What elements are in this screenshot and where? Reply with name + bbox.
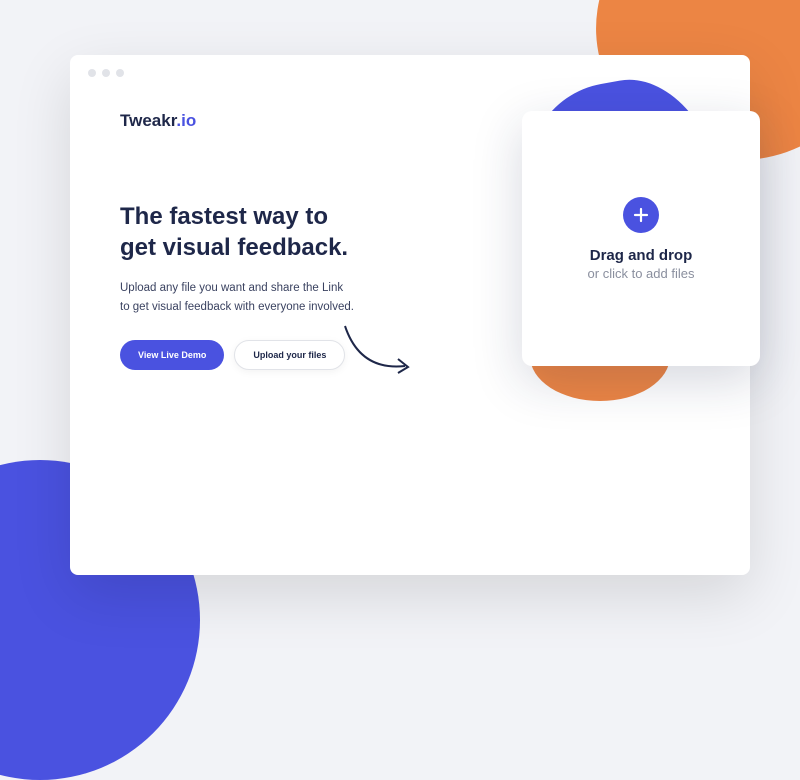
subtext-line1: Upload any file you want and share the L… (120, 282, 343, 294)
headline-line2: get visual feedback. (120, 234, 348, 261)
logo[interactable]: Tweakr.io (120, 111, 196, 131)
upload-files-button[interactable]: Upload your files (234, 340, 345, 370)
headline-line1: The fastest way to (120, 203, 328, 230)
dropzone-subtitle: or click to add files (588, 266, 695, 281)
main-content: The fastest way to get visual feedback. … (70, 131, 750, 370)
browser-window: Tweakr.io Product About Contact The fast… (70, 55, 750, 575)
plus-icon (623, 197, 659, 233)
dropzone-title: Drag and drop (590, 247, 693, 264)
subtext-line2: to get visual feedback with everyone inv… (120, 301, 354, 313)
dropzone-wrapper: Drag and drop or click to add files (522, 111, 760, 366)
subtext: Upload any file you want and share the L… (120, 279, 420, 316)
dropzone[interactable]: Drag and drop or click to add files (522, 111, 760, 366)
logo-suffix: .io (176, 111, 196, 130)
window-dot (88, 69, 96, 77)
view-demo-button[interactable]: View Live Demo (120, 340, 224, 370)
arrow-icon (340, 321, 420, 381)
window-dot (116, 69, 124, 77)
logo-prefix: Tweakr (120, 111, 176, 130)
headline: The fastest way to get visual feedback. (120, 201, 420, 263)
window-dot (102, 69, 110, 77)
